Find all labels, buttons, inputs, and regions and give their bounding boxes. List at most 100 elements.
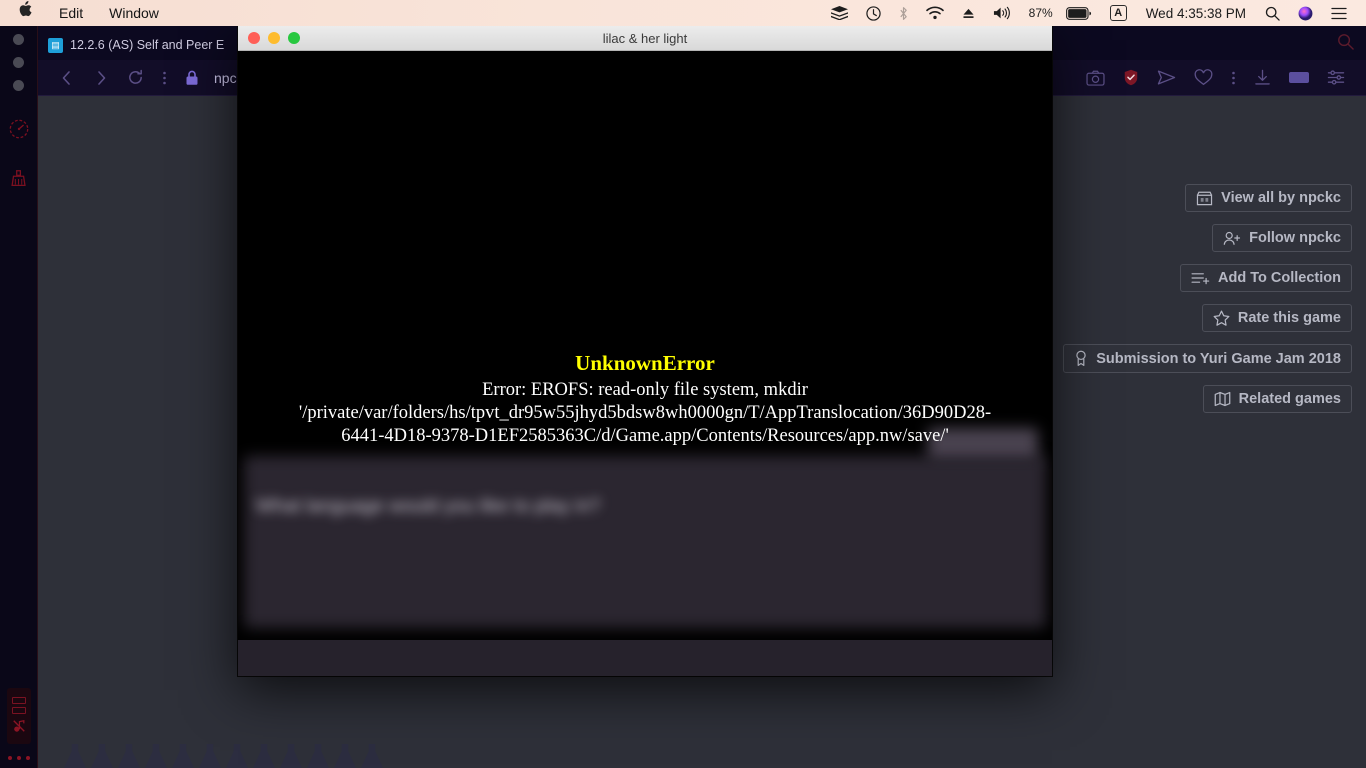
tab-label: 12.2.6 (AS) Self and Peer Evalu xyxy=(70,38,224,52)
control-center-icon[interactable] xyxy=(1322,7,1356,20)
game-window-body: What language would you like to play in?… xyxy=(238,51,1052,676)
avatar xyxy=(172,744,194,768)
avatar xyxy=(361,744,383,768)
equalizer-widget[interactable] xyxy=(7,688,31,744)
sidebar-item-label: Add To Collection xyxy=(1218,270,1341,286)
avatar xyxy=(91,744,113,768)
star-icon xyxy=(1213,310,1230,326)
stack-icon[interactable] xyxy=(822,6,857,20)
mute-note-icon[interactable] xyxy=(12,719,26,736)
speedometer-icon[interactable] xyxy=(7,117,31,141)
sidebar-item-label: View all by npckc xyxy=(1221,190,1341,206)
contact-card-icon: ▤ xyxy=(48,37,63,53)
map-icon xyxy=(1214,391,1231,407)
bluetooth-icon[interactable] xyxy=(890,6,917,21)
error-line-3: 6441-4D18-9378-D1EF2585363C/d/Game.app/C… xyxy=(341,426,949,446)
tab-search-icon[interactable] xyxy=(1325,33,1366,60)
browser-tab-0[interactable]: ▤ 12.2.6 (AS) Self and Peer Evalu xyxy=(38,30,234,60)
browser-left-rail xyxy=(0,26,38,768)
browser-window: ▤ 12.2.6 (AS) Self and Peer Evalu ☰ [L9-… xyxy=(0,26,1366,768)
broom-icon[interactable] xyxy=(7,167,31,191)
avatar-row xyxy=(64,744,383,768)
kebab-icon[interactable] xyxy=(1222,70,1245,86)
back-icon[interactable] xyxy=(50,70,84,86)
rail-bottom-group xyxy=(0,688,38,760)
storefront-icon xyxy=(1196,191,1213,206)
error-line-1: Error: EROFS: read-only file system, mkd… xyxy=(482,380,808,400)
input-source-icon[interactable]: A xyxy=(1101,5,1136,21)
game-window-bottom-strip xyxy=(238,640,1052,676)
rail-dot[interactable] xyxy=(13,34,24,45)
rail-overflow-dot xyxy=(8,756,12,760)
heart-icon[interactable] xyxy=(1185,69,1222,86)
rail-dot[interactable] xyxy=(13,80,24,91)
equalizer-bar xyxy=(12,696,26,704)
error-title: UnknownError xyxy=(575,351,715,375)
volume-icon[interactable] xyxy=(984,6,1021,20)
kebab-icon[interactable] xyxy=(153,70,176,86)
send-icon[interactable] xyxy=(1148,69,1185,86)
rail-overflow-dot xyxy=(17,756,21,760)
avatar xyxy=(307,744,329,768)
siri-icon[interactable] xyxy=(1289,6,1322,21)
settings-sliders-icon[interactable] xyxy=(1318,69,1354,86)
sidebar-item-view-all[interactable]: View all by npckc xyxy=(1185,184,1352,212)
error-message-block: UnknownError Error: EROFS: read-only fil… xyxy=(238,351,1052,448)
time-machine-icon[interactable] xyxy=(857,5,890,21)
lock-icon[interactable] xyxy=(176,70,208,86)
avatar xyxy=(145,744,167,768)
blurred-dialog-text: What language would you like to play in? xyxy=(256,496,601,517)
input-source-label: A xyxy=(1109,5,1127,21)
avatar xyxy=(64,744,86,768)
adblock-shield-icon[interactable] xyxy=(1114,69,1148,86)
reload-icon[interactable] xyxy=(118,69,153,86)
sidebar-item-rate-game[interactable]: Rate this game xyxy=(1201,304,1352,332)
blurred-game-dialog xyxy=(244,456,1046,628)
sidebar-item-label: Rate this game xyxy=(1237,310,1341,326)
battery-percent-label: 87% xyxy=(1028,6,1053,20)
game-window-title: lilac & her light xyxy=(602,30,688,46)
menubar-status-area: 87% A Wed 4:35:38 PM xyxy=(822,0,1366,26)
page-sidebar: View all by npckc Follow npckc Add To Co… xyxy=(1063,184,1352,413)
list-add-icon xyxy=(1191,271,1210,285)
rail-overflow-dot xyxy=(26,756,30,760)
battery-capsule-icon[interactable] xyxy=(1280,72,1318,83)
avatar xyxy=(334,744,356,768)
wifi-icon[interactable] xyxy=(917,6,953,20)
rail-dot[interactable] xyxy=(13,57,24,68)
screenshot-camera-icon[interactable] xyxy=(1077,70,1114,86)
toolbar-right-icons xyxy=(1077,69,1354,86)
sidebar-item-follow[interactable]: Follow npckc xyxy=(1212,224,1352,252)
download-icon[interactable] xyxy=(1245,69,1280,86)
battery-icon[interactable] xyxy=(1057,6,1101,20)
menubar-item-edit[interactable]: Edit xyxy=(46,0,96,26)
equalizer-bar xyxy=(12,706,26,714)
sidebar-item-related-games[interactable]: Related games xyxy=(1202,385,1352,413)
menubar-left: Edit Window xyxy=(0,0,172,26)
forward-icon[interactable] xyxy=(84,70,118,86)
menubar-clock[interactable]: Wed 4:35:38 PM xyxy=(1136,6,1256,21)
sidebar-item-label: Submission to Yuri Game Jam 2018 xyxy=(1096,350,1341,367)
avatar xyxy=(253,744,275,768)
apple-menu-icon[interactable] xyxy=(14,1,46,25)
sidebar-item-label: Follow npckc xyxy=(1249,230,1341,246)
avatar xyxy=(280,744,302,768)
avatar xyxy=(226,744,248,768)
eject-icon[interactable] xyxy=(953,7,984,20)
error-line-2: '/private/var/folders/hs/tpvt_dr95w55jhy… xyxy=(298,403,992,423)
menubar-item-window[interactable]: Window xyxy=(96,0,172,26)
person-add-icon xyxy=(1223,231,1241,246)
rail-dots-group xyxy=(0,26,37,91)
sidebar-item-label: Related games xyxy=(1238,391,1341,407)
game-window-titlebar[interactable]: lilac & her light xyxy=(238,26,1052,51)
game-window[interactable]: lilac & her light What language would yo… xyxy=(238,26,1052,676)
rail-overflow-dots[interactable] xyxy=(0,756,38,760)
avatar xyxy=(199,744,221,768)
ribbon-icon xyxy=(1074,350,1088,367)
spotlight-search-icon[interactable] xyxy=(1256,6,1289,21)
avatar xyxy=(118,744,140,768)
battery-capsule-shape xyxy=(1289,72,1309,83)
macos-menubar: Edit Window 87% A Wed 4:35:38 PM xyxy=(0,0,1366,26)
sidebar-item-jam-submission[interactable]: Submission to Yuri Game Jam 2018 xyxy=(1063,344,1352,373)
sidebar-item-add-collection[interactable]: Add To Collection xyxy=(1180,264,1352,292)
